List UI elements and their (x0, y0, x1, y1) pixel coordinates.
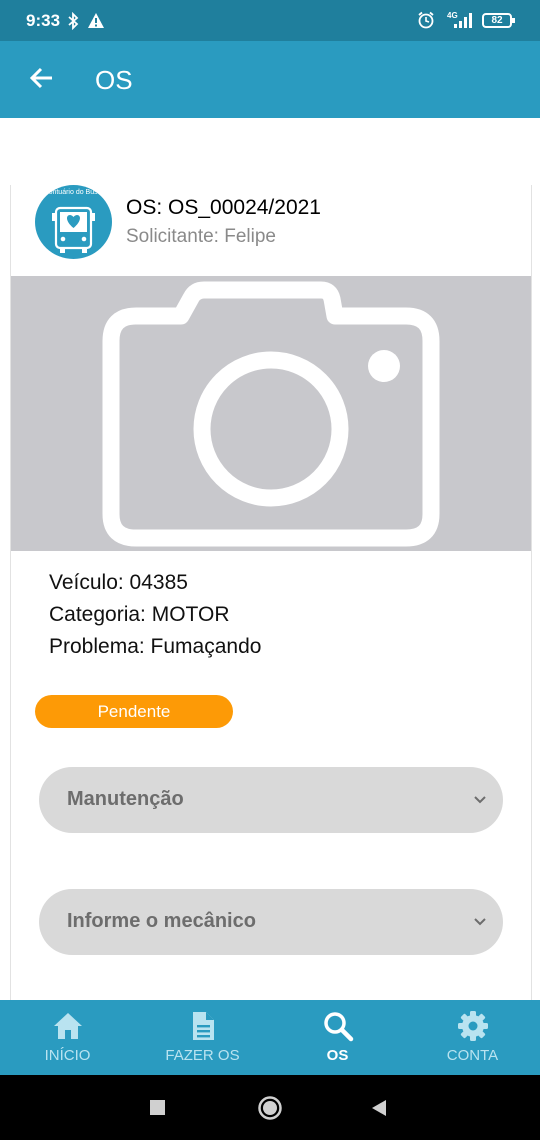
nav-label-conta: CONTA (446, 1047, 499, 1064)
status-bar: 9:33 4G 82 (0, 0, 540, 41)
alarm-icon (418, 11, 434, 29)
home-button-icon[interactable] (257, 1095, 283, 1121)
document-icon (193, 1012, 214, 1040)
status-time: 9:33 (26, 11, 61, 30)
page-title: OS (95, 65, 133, 95)
signal-icon (454, 13, 472, 28)
app-bar: OS (0, 41, 540, 118)
status-badge: Pendente (35, 695, 233, 728)
nav-item-inicio[interactable]: INÍCIO (0, 1000, 135, 1075)
recents-button[interactable] (150, 1100, 165, 1115)
system-navigation-bar (0, 1075, 540, 1140)
battery-level: 82 (491, 15, 503, 26)
os-card: Prontuário do Busão OS: OS_00024/2021 So… (10, 185, 532, 1000)
app-logo-avatar: Prontuário do Busão (35, 185, 112, 259)
chevron-down-icon (474, 918, 486, 926)
nav-item-conta[interactable]: CONTA (405, 1000, 540, 1075)
nav-item-fazer-os[interactable]: FAZER OS (135, 1000, 270, 1075)
mechanic-dropdown-label: Informe o mecânico (67, 910, 256, 932)
category-info: Categoria: MOTOR (49, 603, 230, 626)
os-number: OS: OS_00024/2021 (126, 196, 321, 219)
nav-label-os: OS (326, 1047, 349, 1064)
battery-tip (512, 18, 515, 23)
camera-icon (102, 281, 440, 547)
chevron-down-icon (474, 796, 486, 804)
requester-name: Solicitante: Felipe (126, 226, 276, 247)
maintenance-dropdown[interactable]: Manutenção (39, 767, 503, 833)
bottom-navigation: INÍCIO FAZER OS OS CONTA (0, 1000, 540, 1075)
nav-item-os[interactable]: OS (270, 1000, 405, 1075)
vehicle-info: Veículo: 04385 (49, 571, 188, 594)
warning-icon (88, 13, 104, 28)
search-icon (324, 1012, 354, 1042)
back-triangle-icon[interactable] (371, 1099, 387, 1117)
photo-placeholder[interactable] (11, 276, 531, 551)
bluetooth-icon (68, 12, 79, 30)
battery-icon: 82 (482, 13, 512, 28)
bus-heart-icon (52, 206, 95, 253)
nav-label-inicio: INÍCIO (44, 1047, 91, 1064)
nav-label-fazer-os: FAZER OS (165, 1047, 240, 1064)
problem-info: Problema: Fumaçando (49, 635, 262, 658)
gear-icon (458, 1011, 488, 1041)
mechanic-dropdown[interactable]: Informe o mecânico (39, 889, 503, 955)
back-arrow-icon[interactable] (28, 63, 58, 93)
home-icon (54, 1013, 82, 1039)
maintenance-dropdown-label: Manutenção (67, 788, 184, 810)
